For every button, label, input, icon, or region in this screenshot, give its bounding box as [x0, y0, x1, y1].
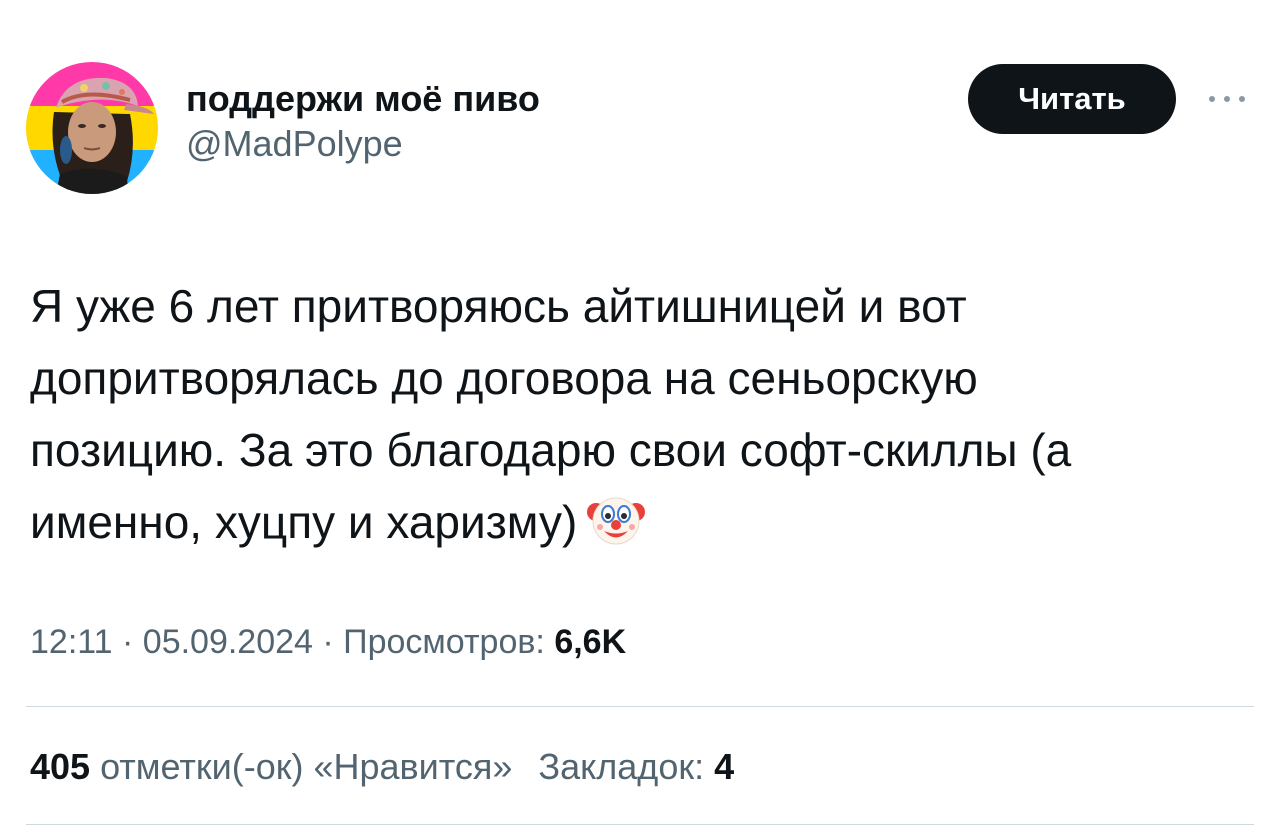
tweet-text-line: допритворялась до договора на сеньорскую: [30, 352, 978, 404]
meta-separator: ·: [312, 623, 344, 661]
author-handle[interactable]: @MadPolype: [186, 122, 540, 166]
bookmarks-count: 4: [714, 746, 735, 787]
divider: [26, 706, 1254, 707]
bookmarks-label: Закладок:: [538, 746, 715, 787]
tweet-time-link[interactable]: 12:11 · 05.09.2024: [30, 623, 313, 661]
tweet-text-line-last: именно, хуцпу и харизму): [30, 486, 1260, 558]
tweet-text-line: именно, хуцпу и харизму): [30, 496, 578, 548]
tweet-meta: 12:11 · 05.09.2024 · Просмотров: 6,6K: [30, 618, 626, 666]
likes-label: отметки(-ок) «Нравится»: [90, 746, 513, 787]
tweet-time: 12:11: [30, 623, 113, 661]
views-label: Просмотров:: [343, 623, 555, 661]
tweet-text-line: позицию. За это благодарю свои софт-скил…: [30, 424, 1072, 476]
avatar[interactable]: [26, 62, 158, 194]
divider: [26, 824, 1254, 825]
meta-separator: ·: [112, 623, 143, 661]
more-horizontal-icon: [1209, 96, 1245, 102]
tweet-text: Я уже 6 лет притворяюсь айтишницей и вот…: [30, 270, 1260, 558]
avatar-image: [26, 62, 158, 194]
follow-button[interactable]: Читать: [968, 64, 1176, 134]
tweet-text-line: Я уже 6 лет притворяюсь айтишницей и вот: [30, 280, 967, 332]
views-count: 6,6K: [554, 623, 627, 661]
author-block: поддержи моё пиво @MadPolype: [186, 76, 540, 166]
likes-stat[interactable]: 405 отметки(-ок) «Нравится»: [30, 746, 512, 787]
tweet-date: 05.09.2024: [142, 623, 313, 661]
bookmarks-stat[interactable]: Закладок: 4: [538, 746, 734, 787]
likes-count: 405: [30, 746, 91, 787]
tweet-stats: 405 отметки(-ок) «Нравится» Закладок: 4: [30, 742, 734, 792]
author-display-name[interactable]: поддержи моё пиво: [186, 76, 540, 122]
tweet: поддержи моё пиво @MadPolype Читать Я уж…: [0, 0, 1280, 826]
clown-face-icon: [587, 490, 646, 548]
more-options-button[interactable]: [1204, 88, 1250, 110]
